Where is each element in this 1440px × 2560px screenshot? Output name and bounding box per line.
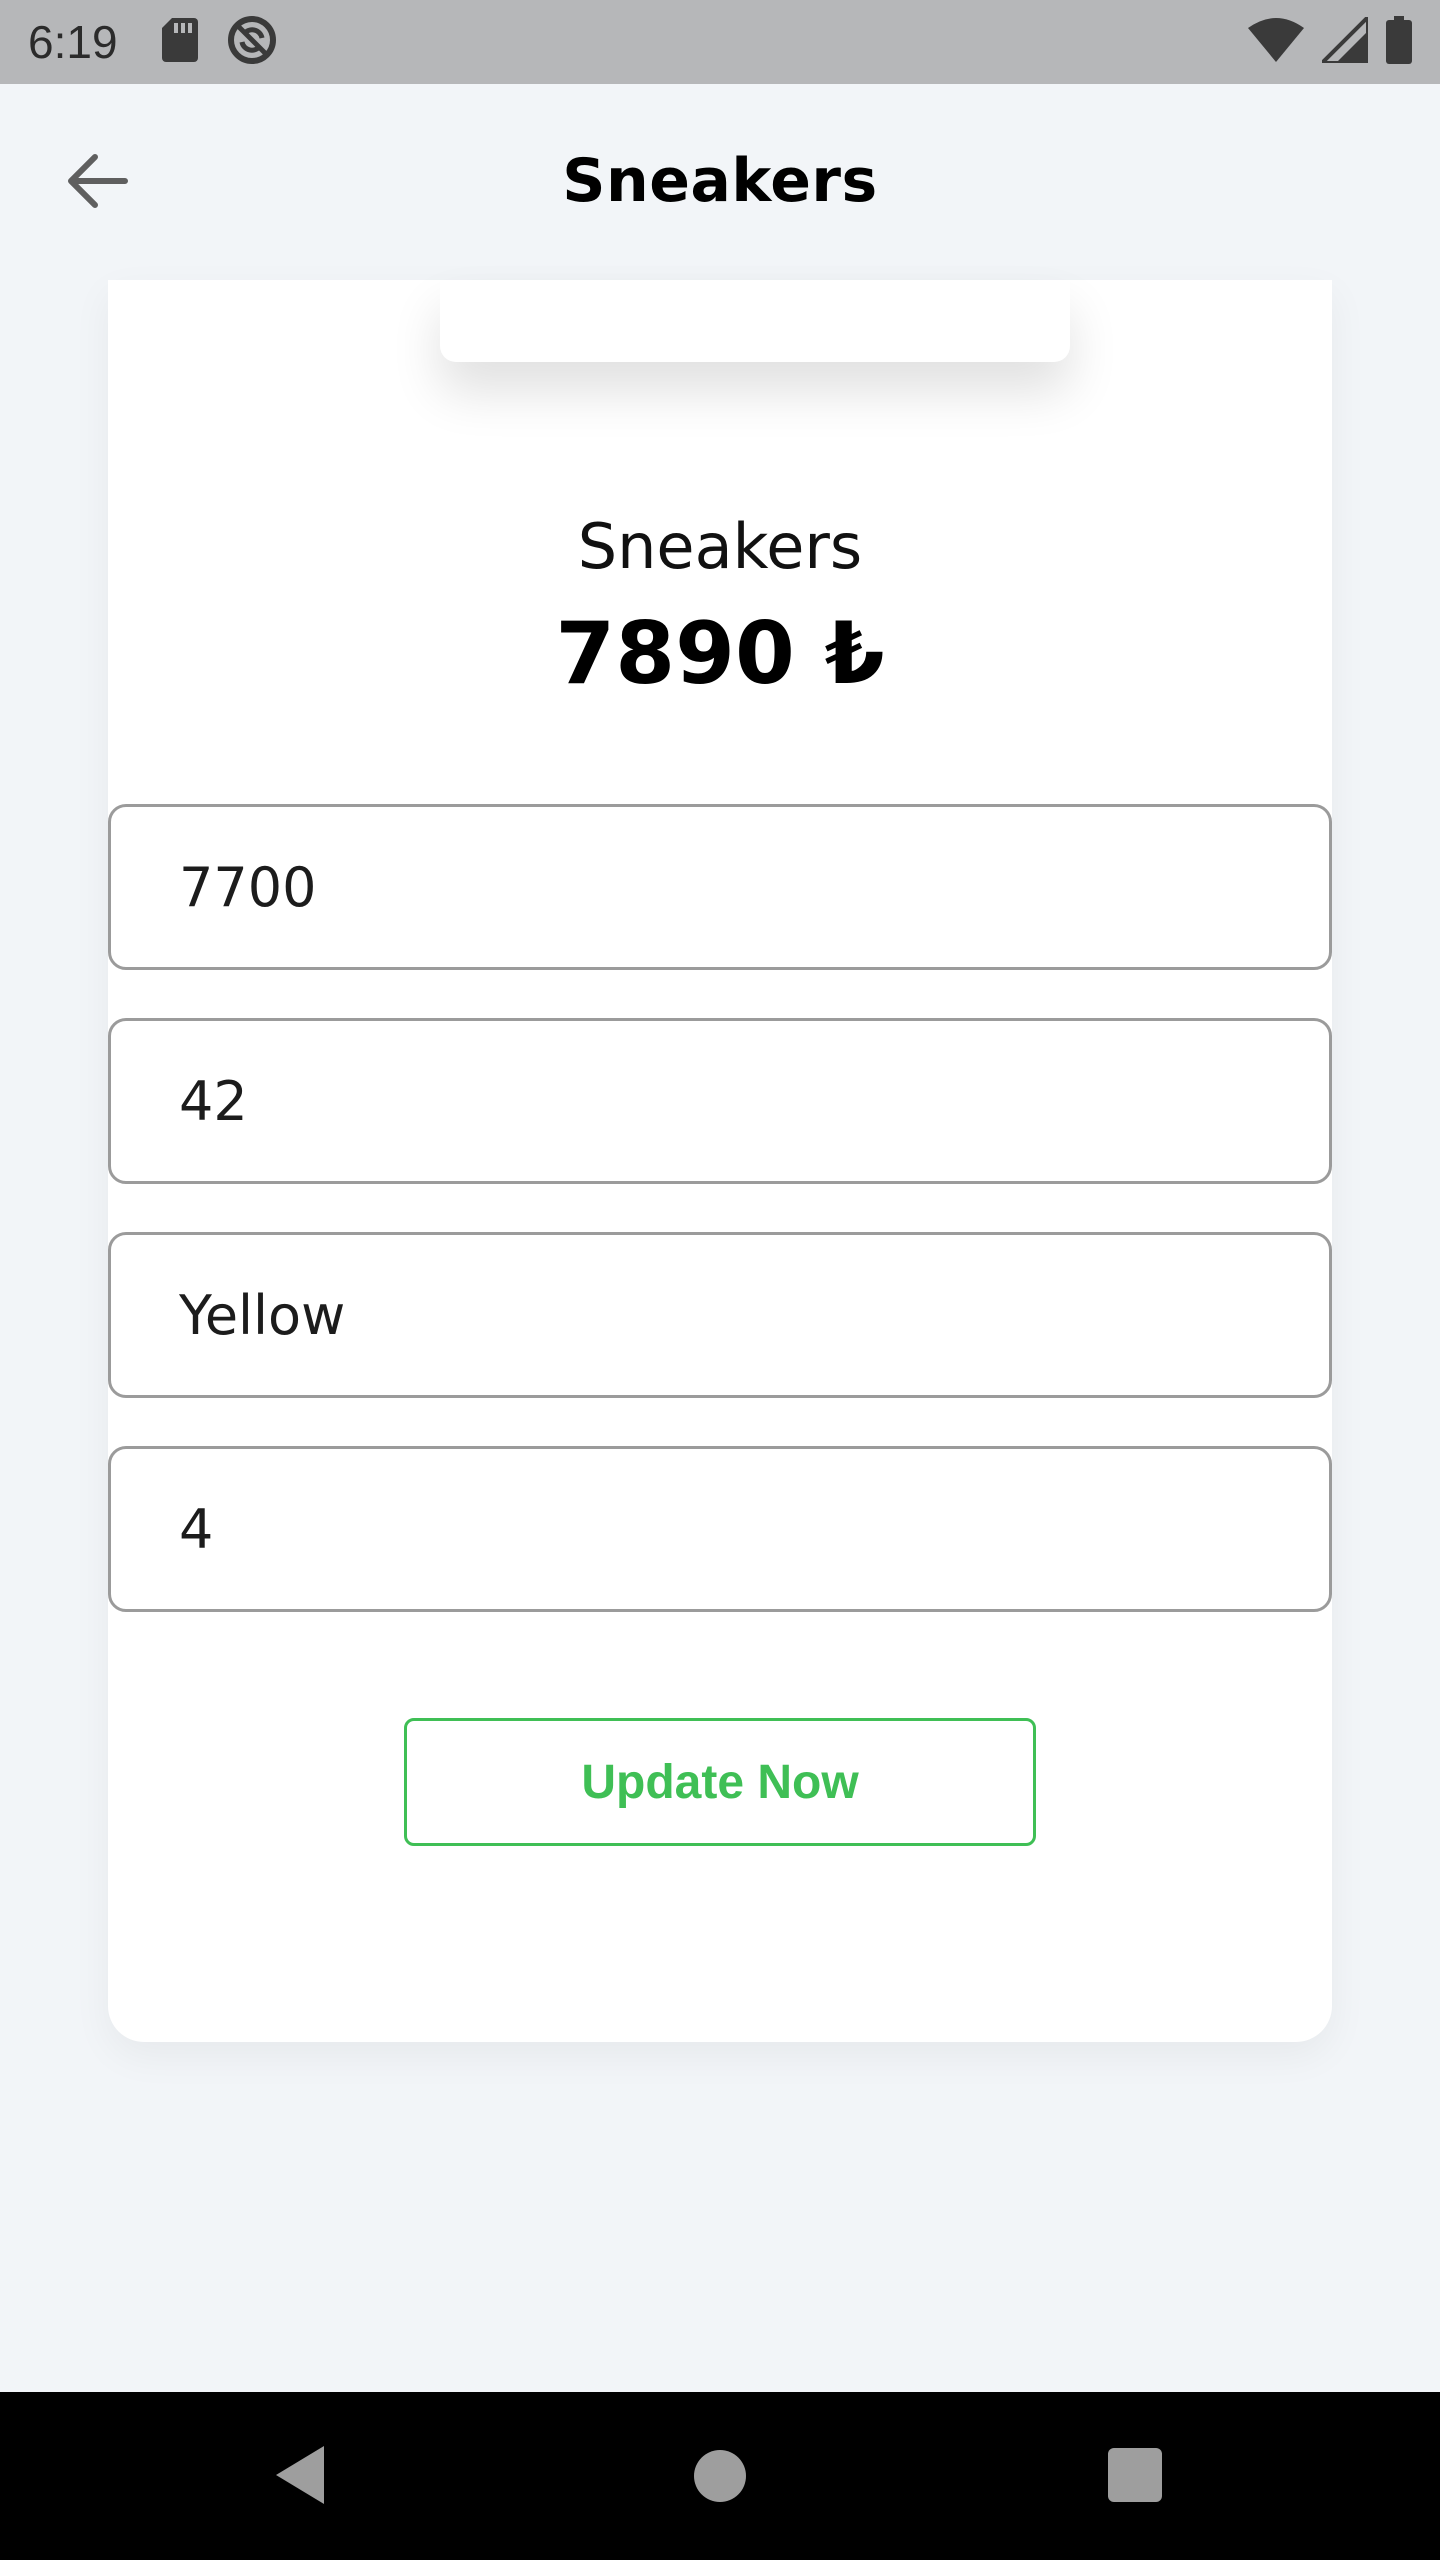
status-left-icons (161, 14, 278, 70)
battery-icon (1386, 16, 1412, 68)
status-bar: 6:19 (0, 0, 1440, 84)
stock-field (108, 1446, 1332, 1612)
status-time: 6:19 (28, 16, 118, 68)
page-title: Sneakers (562, 146, 878, 216)
price-input[interactable] (111, 807, 1329, 967)
status-right-icons (1248, 12, 1412, 68)
product-name: Sneakers (577, 510, 863, 583)
stock-input[interactable] (111, 1449, 1329, 1609)
wifi-icon (1248, 18, 1304, 66)
no-sync-icon (226, 14, 278, 70)
recents-square-icon[interactable] (1108, 2448, 1162, 2502)
home-circle-icon[interactable] (694, 2450, 746, 2502)
color-input[interactable] (111, 1235, 1329, 1395)
product-image-frame (440, 280, 1070, 362)
product-price: 7890 ₺ (555, 604, 885, 704)
signal-icon (1317, 12, 1370, 67)
app-bar: Sneakers (0, 84, 1440, 280)
navigation-bar (0, 2392, 1440, 2560)
size-input[interactable] (111, 1021, 1329, 1181)
color-field (108, 1232, 1332, 1398)
size-field (108, 1018, 1332, 1184)
back-triangle-icon[interactable] (270, 2442, 330, 2512)
update-now-button[interactable]: Update Now (404, 1718, 1036, 1846)
product-card: Sneakers 7890 ₺ Update Now (108, 280, 1332, 2042)
price-field (108, 804, 1332, 970)
sd-card-icon (161, 18, 198, 66)
